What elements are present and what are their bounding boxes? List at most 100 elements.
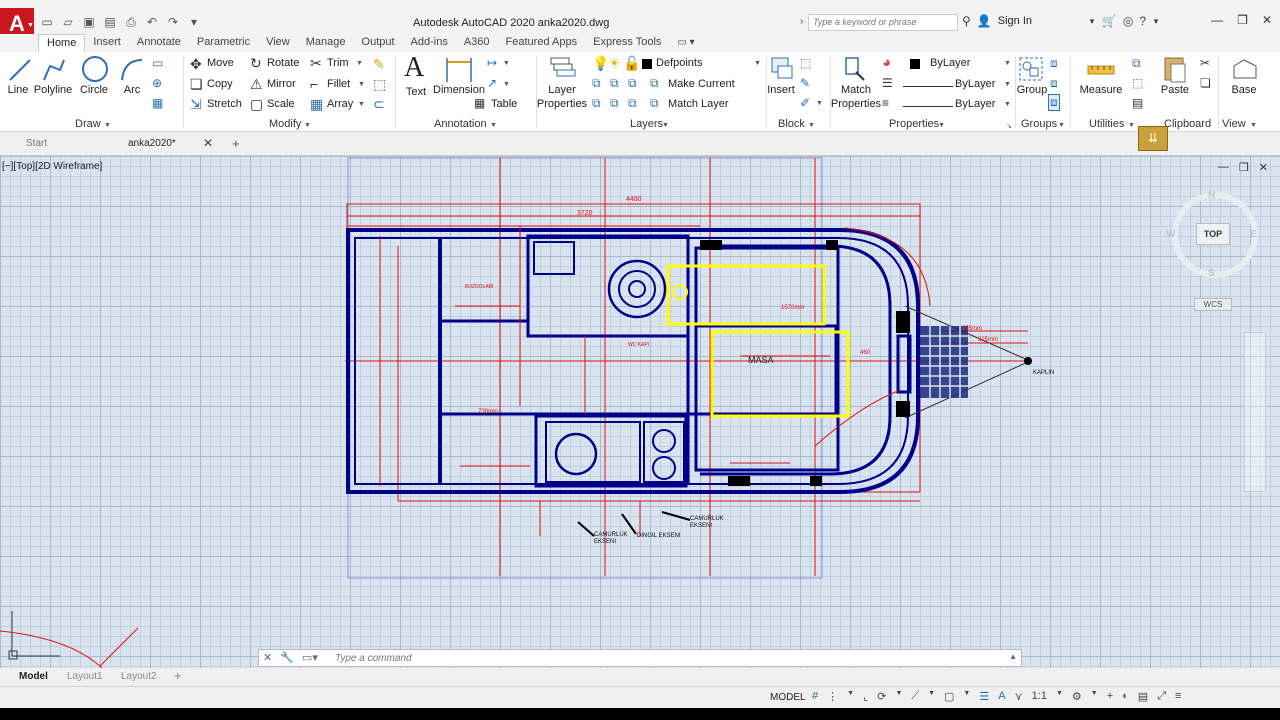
add-layout-icon[interactable]: + xyxy=(174,668,182,683)
select-all-icon[interactable]: ⬚ xyxy=(1132,76,1143,90)
close-icon[interactable]: ✕ xyxy=(1262,13,1272,27)
compass-west[interactable]: W xyxy=(1166,229,1175,240)
chevron-down-icon[interactable]: ▼ xyxy=(503,81,510,88)
chevron-down-icon[interactable]: ▼ xyxy=(1152,17,1160,26)
minimize-viewport-icon[interactable]: — xyxy=(1218,161,1229,174)
ortho-icon[interactable]: ⌞ xyxy=(863,690,868,703)
plot-icon[interactable]: ⎙ xyxy=(124,15,138,30)
tab-featured-apps[interactable]: Featured Apps xyxy=(498,34,586,52)
chevron-down-icon[interactable]: ▼ xyxy=(1058,122,1065,129)
paste-button[interactable]: Paste xyxy=(1147,84,1203,96)
chevron-down-icon[interactable]: ▼ xyxy=(503,60,510,67)
erase-icon[interactable]: ✎ xyxy=(373,56,385,73)
match-properties-icon[interactable] xyxy=(842,54,868,82)
make-current-button[interactable]: Make Current xyxy=(668,78,735,90)
chevron-down-icon[interactable]: ▼ xyxy=(1004,60,1011,67)
utilities-panel-title[interactable]: Utilities xyxy=(1089,118,1124,130)
fullscreen-icon[interactable]: ⤢ xyxy=(1157,690,1166,703)
mirror-button[interactable]: Mirror xyxy=(267,78,296,90)
linetype-dropdown[interactable]: ByLayer xyxy=(955,98,995,110)
customize-qat-icon[interactable]: ▾ xyxy=(187,15,201,30)
new-icon[interactable]: ▭ xyxy=(40,15,54,30)
layer-properties-label-1[interactable]: Layer xyxy=(534,84,590,96)
gradient-icon[interactable]: ▦ xyxy=(152,96,163,110)
tab-layout2[interactable]: Layout2 xyxy=(121,671,157,682)
customize-command-icon[interactable]: 🔧 xyxy=(280,651,294,664)
chevron-down-icon[interactable]: ▼ xyxy=(754,60,761,67)
chevron-down-icon[interactable]: ▼ xyxy=(490,122,497,129)
compass-south[interactable]: S xyxy=(1208,268,1215,279)
start-tab[interactable]: Start xyxy=(26,138,47,149)
chevron-down-icon[interactable]: ▼ xyxy=(895,690,902,703)
annotation-visibility-icon[interactable]: A xyxy=(998,690,1005,703)
text-icon[interactable]: A xyxy=(404,52,424,84)
circle-icon[interactable] xyxy=(80,54,110,84)
command-input[interactable] xyxy=(335,653,995,664)
chevron-down-icon[interactable]: ▼ xyxy=(1004,101,1011,108)
model-space-button[interactable]: MODEL xyxy=(770,692,806,703)
viewcube-top-face[interactable]: TOP xyxy=(1196,223,1230,245)
dimension-button[interactable]: Dimension xyxy=(431,84,487,96)
chevron-down-icon[interactable]: ▼ xyxy=(304,122,311,129)
layer-dropdown[interactable]: Defpoints xyxy=(656,57,702,69)
groups-panel-title[interactable]: Groups xyxy=(1021,118,1057,130)
quick-select-icon[interactable]: ⧉ xyxy=(1132,56,1141,71)
view-panel-title[interactable]: View xyxy=(1222,118,1246,130)
chevron-down-icon[interactable]: ▼ xyxy=(662,122,669,129)
close-command-icon[interactable]: ✕ xyxy=(263,651,272,664)
tab-view[interactable]: View xyxy=(258,34,298,52)
cut-icon[interactable]: ✂ xyxy=(1200,56,1210,70)
layer-properties-icon[interactable] xyxy=(547,54,577,82)
color-dropdown[interactable]: ByLayer xyxy=(930,57,970,69)
color-wheel-icon[interactable]: ◕ xyxy=(882,54,891,71)
cart-icon[interactable]: 🛒 xyxy=(1102,14,1117,28)
chevron-down-icon[interactable]: ▼ xyxy=(1250,122,1257,129)
copy-clip-icon[interactable]: ❏ xyxy=(1200,76,1211,90)
group-edit-icon[interactable]: ⧈ xyxy=(1050,76,1058,91)
create-block-icon[interactable]: ⬚ xyxy=(800,56,811,70)
lineweight-toggle-icon[interactable]: ☰ xyxy=(979,690,989,703)
stretch-button[interactable]: Stretch xyxy=(207,98,242,110)
minimize-icon[interactable]: — xyxy=(1211,13,1223,27)
layer-isolate-icon[interactable]: ⧉ xyxy=(610,76,619,91)
undo-icon[interactable]: ↶ xyxy=(145,15,159,30)
arc-icon[interactable] xyxy=(118,56,146,84)
dialog-launcher-icon[interactable]: ↘ xyxy=(1006,122,1012,130)
layer-freeze-icon[interactable]: ⧉ xyxy=(628,76,637,91)
tab-insert[interactable]: Insert xyxy=(85,34,129,52)
insert-block-icon[interactable] xyxy=(766,54,796,82)
dimension-icon[interactable] xyxy=(444,56,474,84)
markup-icon[interactable]: ↗ xyxy=(487,76,497,90)
drawing-tab[interactable]: anka2020* xyxy=(128,138,176,149)
base-view-icon[interactable] xyxy=(1230,56,1260,82)
chevron-down-icon[interactable]: ▼ xyxy=(1091,690,1098,703)
binoculars-icon[interactable]: ⚲ xyxy=(962,14,971,28)
edit-block-icon[interactable]: ✎ xyxy=(800,76,810,90)
base-button[interactable]: Base xyxy=(1216,84,1272,96)
match-properties-label-1[interactable]: Match xyxy=(828,84,884,96)
help-icon[interactable]: ? xyxy=(1139,14,1146,28)
autodesk-app-icon[interactable]: ◎ xyxy=(1123,14,1133,28)
hardware-acceleration-icon[interactable]: ▤ xyxy=(1138,690,1148,703)
group-icon[interactable] xyxy=(1018,56,1044,82)
layer-thaw-icon[interactable]: ⧉ xyxy=(628,96,637,111)
chevron-down-icon[interactable]: ▼ xyxy=(1056,690,1063,703)
tab-a360[interactable]: A360 xyxy=(456,34,498,52)
sun-icon[interactable]: ☀ xyxy=(608,55,621,72)
express-overlay-icon[interactable]: ⇊ xyxy=(1138,126,1168,151)
rotate-button[interactable]: Rotate xyxy=(267,57,299,69)
tab-output[interactable]: Output xyxy=(354,34,403,52)
fillet-button[interactable]: Fillet xyxy=(327,78,350,90)
chevron-down-icon[interactable]: ▼ xyxy=(1128,122,1135,129)
redo-icon[interactable]: ↷ xyxy=(166,15,180,30)
chevron-down-icon[interactable]: ▼ xyxy=(928,690,935,703)
paste-icon[interactable] xyxy=(1162,54,1188,84)
isodraft-icon[interactable]: ⟋ xyxy=(911,690,919,703)
trim-button[interactable]: Trim xyxy=(327,57,349,69)
tab-express-tools[interactable]: Express Tools xyxy=(585,34,669,52)
command-history-icon[interactable]: ▭▾ xyxy=(302,651,318,664)
tab-add-ins[interactable]: Add-ins xyxy=(403,34,456,52)
scale-button[interactable]: Scale xyxy=(267,98,295,110)
isolate-objects-icon[interactable]: ◐ xyxy=(1122,690,1129,703)
edit-attributes-icon[interactable]: ✐ xyxy=(800,96,810,110)
